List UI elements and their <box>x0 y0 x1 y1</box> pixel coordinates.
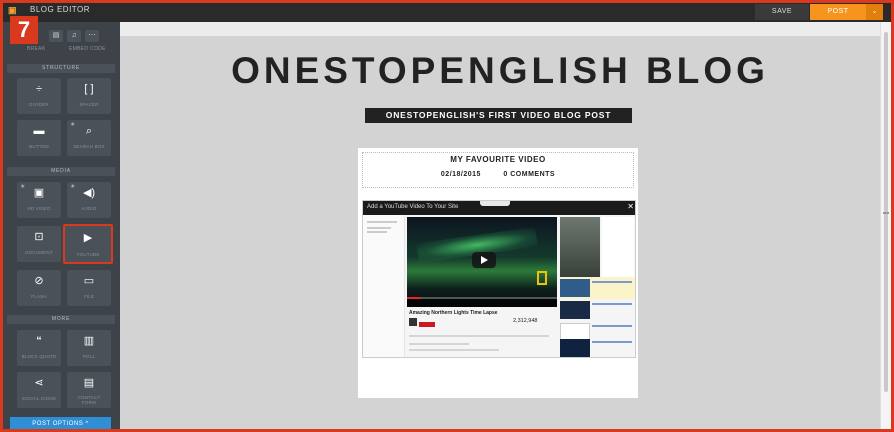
play-icon[interactable] <box>472 252 496 268</box>
suggestion-thumbnail <box>560 301 590 319</box>
element-sidebar: ▤ ♫ ⋯ BREAK EMBED CODE STRUCTURE ÷ DIVID… <box>3 22 120 432</box>
form-icon: ▤ <box>83 377 95 389</box>
post-title[interactable]: MY FAVOURITE VIDEO <box>358 155 638 164</box>
youtube-video-embed[interactable]: Add a YouTube Video To Your Site ✕ Amazi… <box>362 200 636 358</box>
file-icon: ▭ <box>83 275 95 287</box>
canvas-scrollbar[interactable] <box>880 22 891 432</box>
drag-handle[interactable] <box>480 201 510 206</box>
tile-search-box[interactable]: ★ ⌕ SEARCH BOX <box>67 120 111 156</box>
video-controls[interactable] <box>407 299 557 307</box>
music-tool-icon[interactable]: ♫ <box>67 30 81 42</box>
divider-icon: ÷ <box>35 83 43 95</box>
tile-social-icons[interactable]: ⋖ SOCIAL ICONS <box>17 372 61 408</box>
suggestion-thumbnail <box>560 339 590 357</box>
post-comments-link[interactable]: 0 COMMENTS <box>503 171 555 178</box>
tile-label: HD VIDEO <box>27 206 51 211</box>
tile-label: DIVIDER <box>29 102 49 107</box>
video-player[interactable] <box>407 217 557 307</box>
suggestion-title <box>592 325 632 327</box>
view-count: 2,312,948 <box>513 318 538 324</box>
tile-label: YOUTUBE <box>76 252 100 257</box>
blog-subtitle[interactable]: ONESTOPENGLISH'S FIRST VIDEO BLOG POST <box>365 108 632 123</box>
guide-line <box>367 231 387 233</box>
ad-image <box>560 217 600 277</box>
tile-label: BLOCK QUOTE <box>21 354 57 359</box>
canvas-header-strip <box>120 22 880 36</box>
post-dropdown-button[interactable]: ⌄ <box>866 4 883 20</box>
suggestion-title <box>592 341 632 343</box>
tile-label: FILE <box>83 294 95 299</box>
poll-chart-icon: ▥ <box>83 335 95 347</box>
search-icon: ⌕ <box>85 125 93 137</box>
break-label: BREAK <box>27 46 46 52</box>
guide-line <box>367 227 391 229</box>
tile-contact-form[interactable]: ▤ CONTACT FORM <box>67 372 111 408</box>
tile-hd-video[interactable]: ★ ▣ HD VIDEO <box>17 182 61 218</box>
tile-label: POLL <box>82 354 96 359</box>
section-structure: STRUCTURE <box>7 64 115 73</box>
more-tool-icon[interactable]: ⋯ <box>85 30 99 42</box>
tile-label: DOCUMENT <box>25 250 53 255</box>
youtube-guide-panel <box>363 215 405 357</box>
youtube-play-icon: ▶ <box>83 232 93 244</box>
tile-audio[interactable]: ★ ◀) AUDIO <box>67 182 111 218</box>
speaker-icon: ◀) <box>82 187 96 199</box>
tile-label: BUTTON <box>29 144 49 149</box>
channel-watermark-icon <box>537 271 547 285</box>
app-logo-icon: ▣ <box>8 5 17 15</box>
video-title: Amazing Northern Lights Time Lapse <box>409 310 498 316</box>
guide-line <box>367 221 397 223</box>
post-button[interactable]: POST <box>810 4 866 20</box>
flash-icon: ⊘ <box>34 275 44 287</box>
action-bar <box>409 335 549 337</box>
section-media: MEDIA <box>7 167 115 176</box>
tile-block-quote[interactable]: “ BLOCK QUOTE <box>17 330 61 366</box>
close-icon[interactable]: ✕ <box>627 202 634 211</box>
tile-label: FLASH <box>31 294 47 299</box>
blog-post-card: MY FAVOURITE VIDEO 02/18/2015 0 COMMENTS… <box>358 148 638 398</box>
youtube-sidebar <box>560 217 635 357</box>
tile-youtube[interactable]: ▶ YOUTUBE <box>63 224 113 264</box>
tile-label: AUDIO <box>81 206 97 211</box>
post-meta: 02/18/2015 0 COMMENTS <box>358 171 638 178</box>
tile-label: SEARCH BOX <box>73 144 105 149</box>
tile-label: CONTACT FORM <box>77 395 101 405</box>
tile-divider[interactable]: ÷ DIVIDER <box>17 78 61 114</box>
post-date: 02/18/2015 <box>440 171 481 178</box>
scrollbar-marker <box>883 212 889 214</box>
subscribe-button <box>419 322 435 327</box>
channel-avatar <box>409 318 417 326</box>
tile-file[interactable]: ▭ FILE <box>67 270 111 306</box>
suggestion-title <box>592 303 632 305</box>
tile-spacer[interactable]: [ ] SPACER <box>67 78 111 114</box>
suggestion-title <box>592 281 632 283</box>
button-icon: ▬ <box>33 125 45 137</box>
tile-label: SOCIAL ICONS <box>21 396 57 401</box>
section-more: MORE <box>7 315 115 324</box>
app-title: BLOG EDITOR <box>30 5 91 14</box>
ad-copy <box>602 217 634 277</box>
share-icon: ⋖ <box>34 377 44 389</box>
tile-flash[interactable]: ⊘ FLASH <box>17 270 61 306</box>
step-number-badge: 7 <box>10 16 38 44</box>
quote-icon: “ <box>36 335 42 347</box>
embed-code-label: EMBED CODE <box>69 46 106 52</box>
top-bar: ▣ BLOG EDITOR SAVE POST ⌄ <box>0 0 894 22</box>
save-button[interactable]: SAVE <box>755 4 809 20</box>
tile-poll[interactable]: ▥ POLL <box>67 330 111 366</box>
description-line <box>409 349 499 351</box>
tile-document[interactable]: ⊡ DOCUMENT <box>17 226 61 262</box>
suggestion-thumbnail <box>560 279 590 297</box>
spacer-icon: [ ] <box>84 83 94 95</box>
video-dialog-title: Add a YouTube Video To Your Site <box>367 204 459 210</box>
tile-label: SPACER <box>79 102 99 107</box>
blog-title[interactable]: ONESTOPENGLISH BLOG <box>120 50 880 92</box>
post-options-button[interactable]: POST OPTIONS ^ <box>10 417 111 431</box>
description-line <box>409 343 469 345</box>
break-tool-icon[interactable]: ▤ <box>49 30 63 42</box>
tile-button[interactable]: ▬ BUTTON <box>17 120 61 156</box>
document-icon: ⊡ <box>34 231 44 243</box>
hd-video-icon: ▣ <box>33 187 45 199</box>
